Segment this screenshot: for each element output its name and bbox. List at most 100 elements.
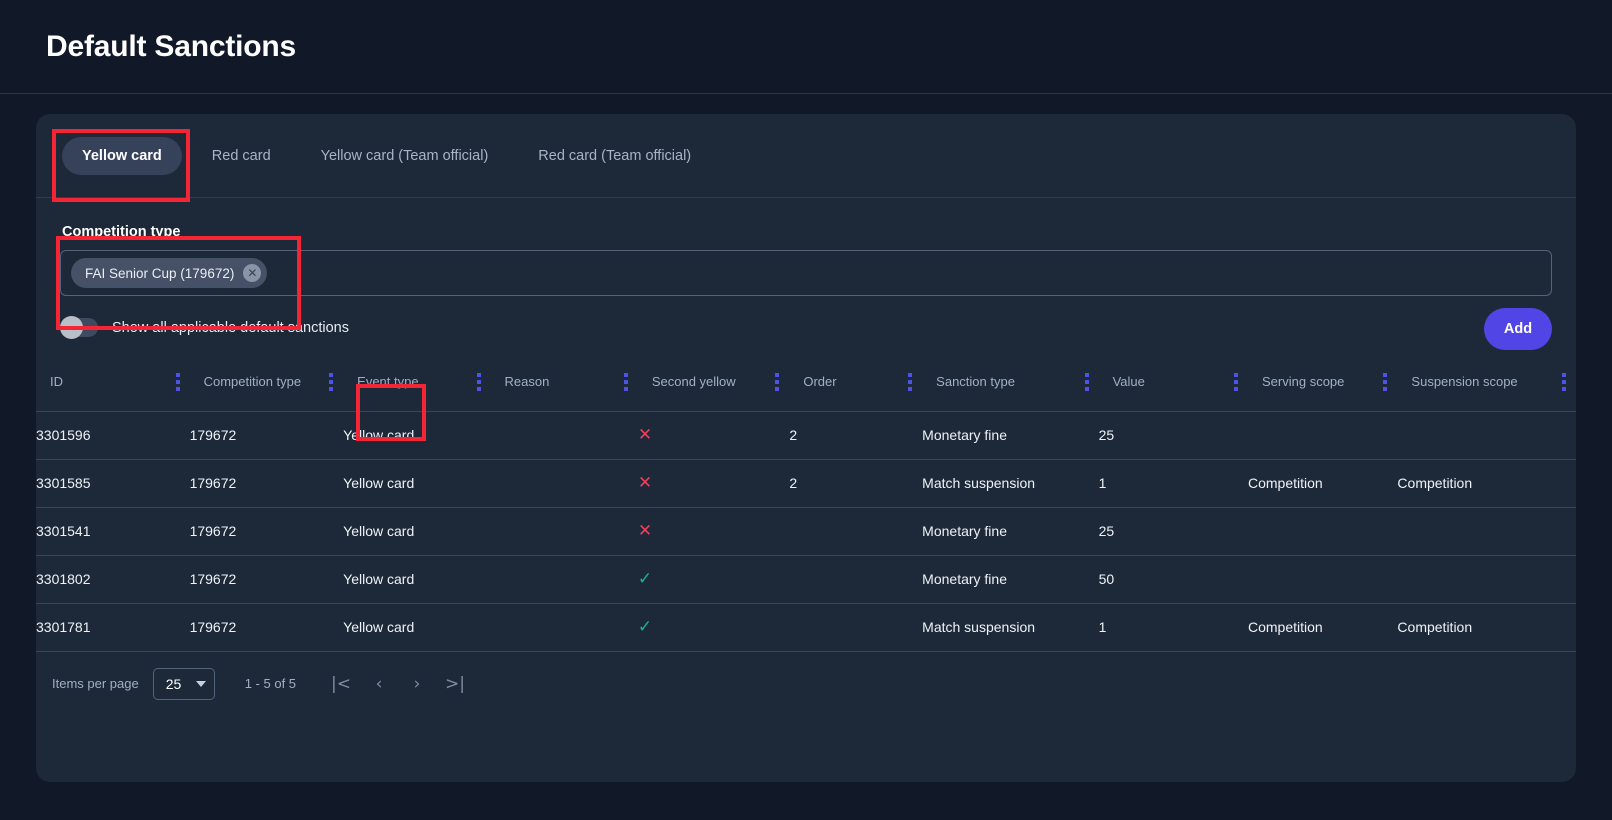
column-menu-icon[interactable]: [176, 373, 180, 391]
cell-serving-scope: [1248, 555, 1397, 603]
items-per-page-select[interactable]: 25: [153, 668, 215, 700]
tab-red-card[interactable]: Red card: [192, 137, 291, 175]
cell-second-yellow: ✕: [638, 459, 790, 507]
table-body: 3301596179672Yellow card✕2Monetary fine2…: [36, 411, 1576, 651]
column-label: Serving scope: [1248, 373, 1344, 391]
column-menu-icon[interactable]: [477, 373, 481, 391]
column-label: Sanction type: [922, 373, 1015, 391]
cell-reason: [491, 555, 638, 603]
cell-value: 1: [1099, 603, 1248, 651]
column-header-id[interactable]: ID: [36, 353, 190, 411]
page-range-label: 1 - 5 of 5: [245, 676, 296, 691]
cell-sanction-type: Monetary fine: [922, 555, 1098, 603]
column-header-second-yellow[interactable]: Second yellow: [638, 353, 790, 411]
cell-id: 3301585: [36, 459, 190, 507]
cell-serving-scope: [1248, 411, 1397, 459]
cell-id: 3301596: [36, 411, 190, 459]
cell-sanction-type: Monetary fine: [922, 507, 1098, 555]
column-label: Suspension scope: [1397, 373, 1517, 391]
table-row[interactable]: 3301802179672Yellow card✓Monetary fine50: [36, 555, 1576, 603]
column-menu-icon[interactable]: [908, 373, 912, 391]
column-label: Competition type: [190, 373, 302, 391]
column-menu-icon[interactable]: [1085, 373, 1089, 391]
cell-suspension-scope: [1397, 507, 1576, 555]
cell-sanction-type: Monetary fine: [922, 411, 1098, 459]
cell-sanction-type: Match suspension: [922, 459, 1098, 507]
column-menu-icon[interactable]: [1383, 373, 1387, 391]
cell-serving-scope: Competition: [1248, 459, 1397, 507]
cell-suspension-scope: Competition: [1397, 459, 1576, 507]
column-header-competition-type[interactable]: Competition type: [190, 353, 344, 411]
cell-order: 2: [789, 411, 922, 459]
cell-serving-scope: Competition: [1248, 603, 1397, 651]
cell-second-yellow: ✓: [638, 555, 790, 603]
cell-event-type: Yellow card: [343, 603, 490, 651]
next-page-button[interactable]: ›: [398, 668, 436, 700]
cell-reason: [491, 411, 638, 459]
paginator: Items per page 25 1 - 5 of 5 |< ‹ › >|: [36, 652, 1576, 716]
sanctions-table: ID Competition type Event type Reason Se…: [36, 353, 1576, 652]
cell-competition-type: 179672: [190, 603, 344, 651]
column-header-reason[interactable]: Reason: [491, 353, 638, 411]
show-all-toggle[interactable]: [60, 318, 98, 337]
column-label: ID: [36, 373, 63, 391]
cell-event-type: Yellow card: [343, 459, 490, 507]
previous-page-button[interactable]: ‹: [360, 668, 398, 700]
cell-suspension-scope: [1397, 555, 1576, 603]
toggle-knob: [60, 316, 83, 339]
page-root: Default Sanctions Yellow card Red card Y…: [0, 0, 1612, 820]
column-label: Order: [789, 373, 836, 391]
column-menu-icon[interactable]: [1234, 373, 1238, 391]
competition-type-filter: Competition type FAI Senior Cup (179672)…: [36, 198, 1576, 296]
cell-id: 3301541: [36, 507, 190, 555]
cell-competition-type: 179672: [190, 411, 344, 459]
tab-bar: Yellow card Red card Yellow card (Team o…: [36, 114, 1576, 198]
cell-value: 1: [1099, 459, 1248, 507]
cell-order: [789, 603, 922, 651]
column-header-event-type[interactable]: Event type: [343, 353, 490, 411]
column-menu-icon[interactable]: [329, 373, 333, 391]
table-row[interactable]: 3301781179672Yellow card✓Match suspensio…: [36, 603, 1576, 651]
tab-yellow-card[interactable]: Yellow card: [62, 137, 182, 175]
cell-event-type: Yellow card: [343, 411, 490, 459]
table-row[interactable]: 3301596179672Yellow card✕2Monetary fine2…: [36, 411, 1576, 459]
column-header-value[interactable]: Value: [1099, 353, 1248, 411]
chevron-down-icon: [196, 681, 206, 687]
table-header-row: ID Competition type Event type Reason Se…: [36, 353, 1576, 411]
column-header-sanction-type[interactable]: Sanction type: [922, 353, 1098, 411]
cell-value: 25: [1099, 507, 1248, 555]
cell-competition-type: 179672: [190, 555, 344, 603]
table-row[interactable]: 3301541179672Yellow card ✕ Monetary fine25: [36, 507, 1576, 555]
column-header-order[interactable]: Order: [789, 353, 922, 411]
column-header-serving-scope[interactable]: Serving scope: [1248, 353, 1397, 411]
competition-type-input[interactable]: FAI Senior Cup (179672) ✕: [60, 250, 1552, 296]
cell-competition-type: 179672: [190, 507, 344, 555]
column-label: Reason: [491, 373, 550, 391]
check-icon: ✓: [638, 569, 652, 589]
cell-second-yellow: ✕: [638, 507, 790, 555]
tab-red-card-team-official[interactable]: Red card (Team official): [518, 137, 711, 175]
column-header-suspension-scope[interactable]: Suspension scope: [1397, 353, 1576, 411]
cell-event-type: Yellow card: [343, 555, 490, 603]
items-per-page-label: Items per page: [52, 676, 139, 691]
add-button[interactable]: Add: [1484, 308, 1552, 350]
last-page-button[interactable]: >|: [436, 668, 474, 700]
cell-order: [789, 555, 922, 603]
table-row[interactable]: 3301585179672Yellow card✕2Match suspensi…: [36, 459, 1576, 507]
column-menu-icon[interactable]: [775, 373, 779, 391]
cell-event-type: Yellow card: [343, 507, 490, 555]
cell-sanction-type: Match suspension: [922, 603, 1098, 651]
cell-suspension-scope: [1397, 411, 1576, 459]
cell-second-yellow: ✓: [638, 603, 790, 651]
close-circle-icon[interactable]: ✕: [243, 264, 261, 282]
content-card: Yellow card Red card Yellow card (Team o…: [36, 114, 1576, 782]
column-menu-icon[interactable]: [1562, 373, 1566, 391]
competition-type-chip[interactable]: FAI Senior Cup (179672) ✕: [71, 258, 267, 288]
column-menu-icon[interactable]: [624, 373, 628, 391]
cell-second-yellow: ✕: [638, 411, 790, 459]
cell-order: 2: [789, 459, 922, 507]
first-page-button[interactable]: |<: [322, 668, 360, 700]
cross-icon: ✕: [638, 473, 652, 493]
competition-type-label: Competition type: [62, 224, 1552, 240]
tab-yellow-card-team-official[interactable]: Yellow card (Team official): [301, 137, 509, 175]
